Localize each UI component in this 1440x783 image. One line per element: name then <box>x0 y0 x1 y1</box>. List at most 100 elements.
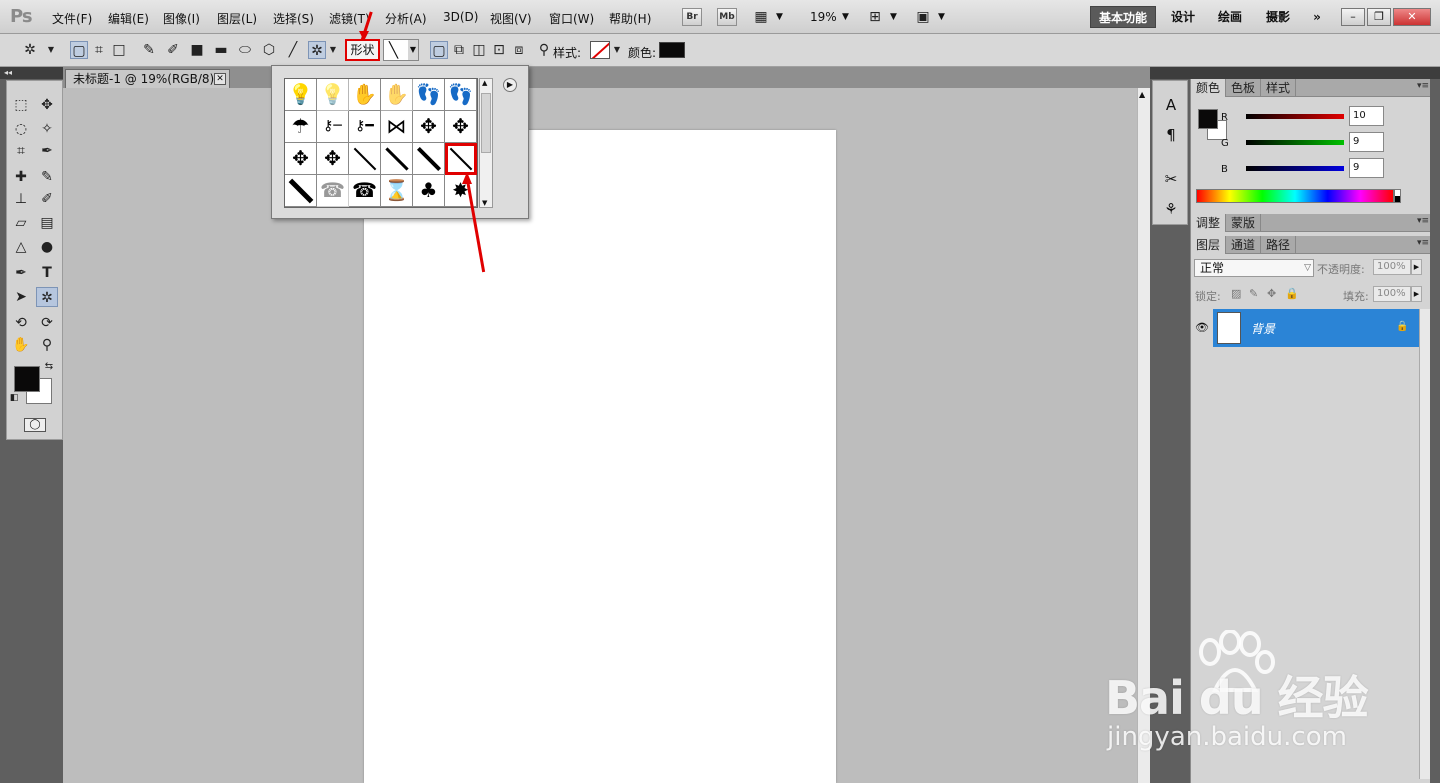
subtract-shape-mode-icon[interactable]: ◫ <box>470 41 488 59</box>
arrange-documents-icon[interactable]: ⊞ <box>866 8 884 26</box>
workspace-essentials[interactable]: 基本功能 <box>1090 6 1156 28</box>
workspace-design[interactable]: 设计 <box>1163 6 1203 28</box>
zoom-tool-icon[interactable]: ⚲ <box>36 335 58 355</box>
shape-line-2-icon[interactable] <box>381 143 413 175</box>
gradient-tool-icon[interactable]: ▤ <box>36 213 58 233</box>
menu-view[interactable]: 视图(V) <box>490 10 532 27</box>
tab-styles[interactable]: 样式 <box>1261 79 1297 97</box>
tab-layers[interactable]: 图层 <box>1191 236 1227 254</box>
freeform-pen-icon[interactable]: ✐ <box>164 41 182 59</box>
view-extras-icon[interactable]: ▦ <box>752 8 770 26</box>
intersect-shape-mode-icon[interactable]: ⊡ <box>490 41 508 59</box>
shape-key-filled-icon[interactable]: ⚷━ <box>349 111 381 143</box>
menu-analysis[interactable]: 分析(A) <box>385 10 427 27</box>
lock-transparent-icon[interactable]: ▨ <box>1231 287 1241 300</box>
line-tool-icon[interactable]: ╱ <box>284 41 302 59</box>
shape-puzzle-4-icon[interactable]: ✥ <box>317 143 349 175</box>
minimize-button[interactable]: – <box>1341 8 1365 26</box>
channel-b-slider[interactable] <box>1246 166 1344 171</box>
shape-label-button[interactable]: 形状 <box>345 39 380 61</box>
visibility-eye-icon[interactable]: 👁 <box>1191 309 1213 347</box>
tab-adjustments[interactable]: 调整 <box>1191 214 1227 232</box>
zoom-dropdown-icon[interactable]: ▼ <box>842 12 849 22</box>
menu-image[interactable]: 图像(I) <box>163 10 200 27</box>
tab-swatches[interactable]: 色板 <box>1226 79 1262 97</box>
channel-b-input[interactable]: 9 <box>1349 158 1384 178</box>
shape-telephone-filled-icon[interactable]: ☎ <box>349 175 381 207</box>
black-white-swatch[interactable] <box>1394 189 1401 203</box>
exclude-shape-mode-icon[interactable]: ⧈ <box>510 41 528 59</box>
shape-hourglass-icon[interactable]: ⌛ <box>381 175 413 207</box>
tool-presets-icon[interactable]: ✂ <box>1161 169 1181 189</box>
opacity-slider-button[interactable]: ▶ <box>1411 259 1422 275</box>
workspace-photography[interactable]: 摄影 <box>1258 6 1298 28</box>
restore-button[interactable]: ❐ <box>1367 8 1391 26</box>
paragraph-panel-icon[interactable]: ¶ <box>1161 125 1181 145</box>
shape-umbrella-icon[interactable]: ☂ <box>285 111 317 143</box>
panel-menu-icon[interactable]: ▾≡ <box>1417 216 1429 226</box>
new-layer-mode-icon[interactable]: ▢ <box>430 41 448 59</box>
3d-orbit-icon[interactable]: ⟳ <box>36 313 58 333</box>
layer-row-background[interactable]: 👁 背景 🔒 <box>1191 309 1419 347</box>
character-panel-icon[interactable]: A <box>1161 95 1181 115</box>
lock-image-icon[interactable]: ✎ <box>1249 287 1258 300</box>
style-swatch[interactable] <box>590 41 610 59</box>
panel-menu-icon[interactable]: ▾≡ <box>1417 238 1429 248</box>
swap-colors-icon[interactable]: ⇆ <box>43 361 55 373</box>
3d-rotate-icon[interactable]: ⟲ <box>10 313 32 333</box>
link-icon[interactable]: ⚲ <box>535 41 553 59</box>
shape-puzzle-2-icon[interactable]: ✥ <box>445 111 477 143</box>
shape-grid-scrollbar[interactable]: ▲ ▼ <box>479 78 493 208</box>
shape-footprint-right-icon[interactable]: 👣 <box>445 79 477 111</box>
scroll-down-icon[interactable]: ▼ <box>482 199 487 207</box>
pen-tool-icon[interactable]: ✎ <box>140 41 158 59</box>
crop-tool-icon[interactable]: ⌗ <box>10 141 32 161</box>
eraser-tool-icon[interactable]: ▱ <box>10 213 32 233</box>
scroll-up-icon[interactable]: ▲ <box>1139 90 1145 99</box>
blur-tool-icon[interactable]: △ <box>10 237 32 257</box>
style-dropdown-icon[interactable]: ▼ <box>612 41 622 59</box>
menu-help[interactable]: 帮助(H) <box>609 10 651 27</box>
workspace-painting[interactable]: 绘画 <box>1210 6 1250 28</box>
lasso-tool-icon[interactable]: ◌ <box>10 119 32 139</box>
lock-position-icon[interactable]: ✥ <box>1267 287 1276 300</box>
move-tool-icon[interactable]: ✥ <box>36 95 58 115</box>
quick-mask-button[interactable]: ◯ <box>24 418 46 432</box>
hand-tool-icon[interactable]: ✋ <box>10 335 32 355</box>
dodge-tool-icon[interactable]: ● <box>36 237 58 257</box>
ellipse-tool-icon[interactable]: ⬭ <box>236 41 254 59</box>
shape-line-3-icon[interactable] <box>413 143 445 175</box>
tab-paths[interactable]: 路径 <box>1261 236 1297 254</box>
chevron-down-icon[interactable]: ▼ <box>408 40 418 60</box>
tool-preset-icon[interactable]: ✲ <box>20 41 40 59</box>
tab-channels[interactable]: 通道 <box>1226 236 1262 254</box>
shape-puzzle-3-icon[interactable]: ✥ <box>285 143 317 175</box>
channel-g-input[interactable]: 9 <box>1349 132 1384 152</box>
fill-pixels-mode-icon[interactable]: □ <box>110 41 128 59</box>
close-icon[interactable]: ✕ <box>214 73 226 85</box>
toolbar-collapse-icon[interactable]: ◂◂ <box>0 67 63 79</box>
shape-telephone-outline-icon[interactable]: ☎ <box>317 175 349 207</box>
document-canvas[interactable] <box>364 130 836 783</box>
zoom-level[interactable]: 19% <box>810 10 837 24</box>
menu-filter[interactable]: 滤镜(T) <box>329 10 370 27</box>
menu-3d[interactable]: 3D(D) <box>443 10 478 24</box>
shape-line-4-icon[interactable] <box>445 143 477 175</box>
view-extras-dropdown-icon[interactable]: ▼ <box>776 12 783 22</box>
marquee-tool-icon[interactable]: ⬚ <box>10 95 32 115</box>
close-window-button[interactable]: ✕ <box>1393 8 1431 26</box>
tool-preset-dropdown-icon[interactable]: ▼ <box>42 41 60 59</box>
polygon-tool-icon[interactable]: ⬡ <box>260 41 278 59</box>
brush-tool-icon[interactable]: ✎ <box>36 167 58 187</box>
bridge-button[interactable]: Br <box>682 8 702 26</box>
color-swatch[interactable] <box>659 42 685 58</box>
pen-tool-icon[interactable]: ✒ <box>10 263 32 283</box>
fill-slider-button[interactable]: ▶ <box>1411 286 1422 302</box>
clone-stamp-icon[interactable]: ⊥ <box>10 189 32 209</box>
panel-menu-icon[interactable]: ▾≡ <box>1417 81 1429 91</box>
eyedropper-icon[interactable]: ✒ <box>36 141 58 161</box>
arrange-dropdown-icon[interactable]: ▼ <box>890 12 897 22</box>
shape-hand-outline-icon[interactable]: ✋ <box>381 79 413 111</box>
fill-input[interactable]: 100% <box>1373 286 1411 302</box>
shape-layers-mode-icon[interactable]: ▢ <box>70 41 88 59</box>
